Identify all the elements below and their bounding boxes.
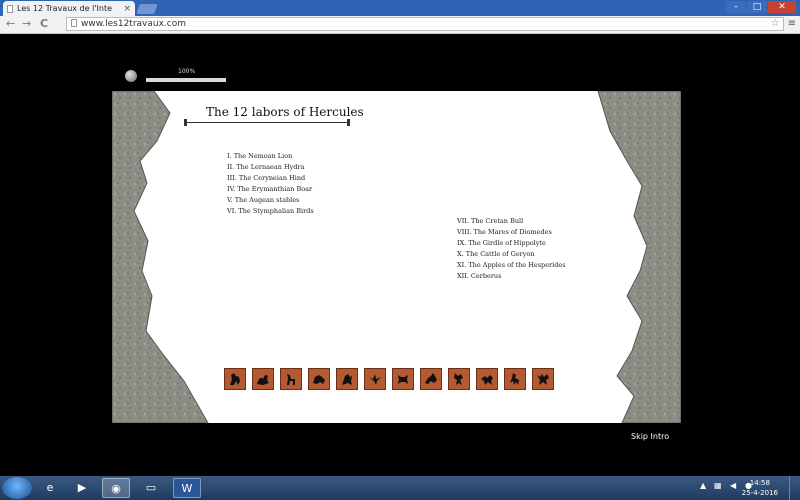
labor-list-left: I. The Nemean Lion II. The Lernaean Hydr… (227, 151, 314, 217)
labor-tile-cattle-of-geryon[interactable] (476, 368, 498, 390)
title-underline-cap (347, 119, 350, 126)
back-button[interactable]: ← (6, 17, 15, 31)
network-icon[interactable]: ▦ (714, 481, 722, 490)
close-window-button[interactable]: ✕ (768, 1, 796, 13)
reload-button[interactable]: C (40, 17, 48, 31)
labor-item: IX. The Girdle of Hippolyte (457, 239, 546, 247)
loader-label: 100% (178, 68, 196, 75)
labor-tile-apples-of-hesperides[interactable] (504, 368, 526, 390)
labor-list-right: VII. The Cretan Bull VIII. The Mares of … (457, 216, 566, 282)
clock-time: 14:58 (749, 479, 770, 487)
address-bar[interactable]: www.les12travaux.com ☆ (66, 17, 784, 31)
labor-tile-erymanthian-boar[interactable] (308, 368, 330, 390)
cerberus-icon (537, 374, 549, 385)
title-underline (184, 122, 350, 123)
labor-item: VIII. The Mares of Diomedes (457, 228, 552, 236)
bull-icon (398, 375, 408, 384)
hind-icon (287, 374, 295, 385)
labor-item: VI. The Stymphalian Birds (227, 207, 314, 215)
labor-tile-girdle-of-hippolyte[interactable] (448, 368, 470, 390)
internet-explorer-icon[interactable]: e (36, 478, 64, 498)
clock-date: 25-4-2016 (741, 489, 778, 497)
new-tab-button[interactable] (136, 4, 158, 14)
labor-item: XII. Cerberus (457, 272, 502, 280)
windows-taskbar: e ▶ ◉ ▭ W ▲ ▦ ◀ ● 14:58 25-4-2016 (0, 476, 800, 500)
page-icon (71, 19, 77, 27)
hydra-icon (257, 375, 269, 385)
labor-item: X. The Cattle of Geryon (457, 250, 535, 258)
window-controls: – □ ✕ (726, 1, 796, 13)
volume-icon[interactable]: ◀ (730, 481, 736, 490)
labor-tile-lernaean-hydra[interactable] (252, 368, 274, 390)
labor-item: II. The Lernaean Hydra (227, 163, 305, 171)
girdle-icon (454, 373, 463, 385)
cattle-icon (481, 375, 493, 385)
title-frame: The 12 labors of Hercules (184, 103, 364, 126)
scanner-icon[interactable]: ▭ (137, 478, 165, 498)
labor-tile-cretan-bull[interactable] (392, 368, 414, 390)
labor-item: VII. The Cretan Bull (457, 217, 524, 225)
page-title: The 12 labors of Hercules (206, 105, 364, 119)
labor-item: V. The Augean stables (227, 196, 300, 204)
sound-icon[interactable] (125, 70, 137, 82)
lion-icon (230, 373, 240, 385)
browser-menu-icon[interactable]: ≡ (788, 18, 796, 29)
labor-item: IV. The Erymanthian Boar (227, 185, 313, 193)
media-player-icon[interactable]: ▶ (68, 478, 96, 498)
labor-item: III. The Ceryneian Hind (227, 174, 306, 182)
labor-tile-nemean-lion[interactable] (224, 368, 246, 390)
tab-close-icon[interactable]: × (123, 4, 131, 14)
show-desktop-button[interactable] (789, 476, 800, 500)
loading-bar-fill (146, 78, 226, 82)
labor-tile-cerberus[interactable] (532, 368, 554, 390)
labor-tile-augean-stables[interactable] (336, 368, 358, 390)
labor-tile-mares-of-diomedes[interactable] (420, 368, 442, 390)
start-button[interactable] (2, 477, 32, 499)
boar-icon (313, 375, 325, 384)
labor-item: I. The Nemean Lion (227, 152, 293, 160)
forward-button[interactable]: → (22, 17, 31, 31)
system-clock[interactable]: 14:58 25-4-2016 (742, 478, 778, 498)
labor-icon-row (224, 368, 554, 390)
birds-icon (369, 374, 381, 385)
loading-bar (146, 78, 226, 82)
stables-icon (342, 374, 352, 385)
browser-toolbar: ← → C www.les12travaux.com ☆ ≡ (0, 16, 800, 34)
url-text: www.les12travaux.com (81, 19, 186, 29)
mares-icon (425, 373, 437, 384)
tab-title: Les 12 Travaux de l'Inte (17, 4, 113, 13)
skip-intro-link[interactable]: Skip Intro (631, 432, 669, 441)
labor-tile-stymphalian-birds[interactable] (364, 368, 386, 390)
chrome-icon[interactable]: ◉ (102, 478, 130, 498)
labor-tile-ceryneian-hind[interactable] (280, 368, 302, 390)
title-underline-cap (184, 119, 187, 126)
page-icon (7, 4, 13, 13)
intro-panel: The 12 labors of Hercules I. The Nemean … (112, 91, 681, 423)
labor-item: XI. The Apples of the Hesperides (457, 261, 566, 269)
maximize-button[interactable]: □ (747, 1, 767, 13)
minimize-button[interactable]: – (726, 1, 746, 13)
word-icon[interactable]: W (173, 478, 201, 498)
tray-arrow-icon[interactable]: ▲ (700, 481, 706, 490)
browser-tab[interactable]: Les 12 Travaux de l'Inte × (3, 1, 135, 16)
bookmark-star-icon[interactable]: ☆ (771, 18, 780, 30)
apples-icon (510, 373, 519, 385)
tab-strip: Les 12 Travaux de l'Inte × – □ ✕ (0, 0, 800, 16)
